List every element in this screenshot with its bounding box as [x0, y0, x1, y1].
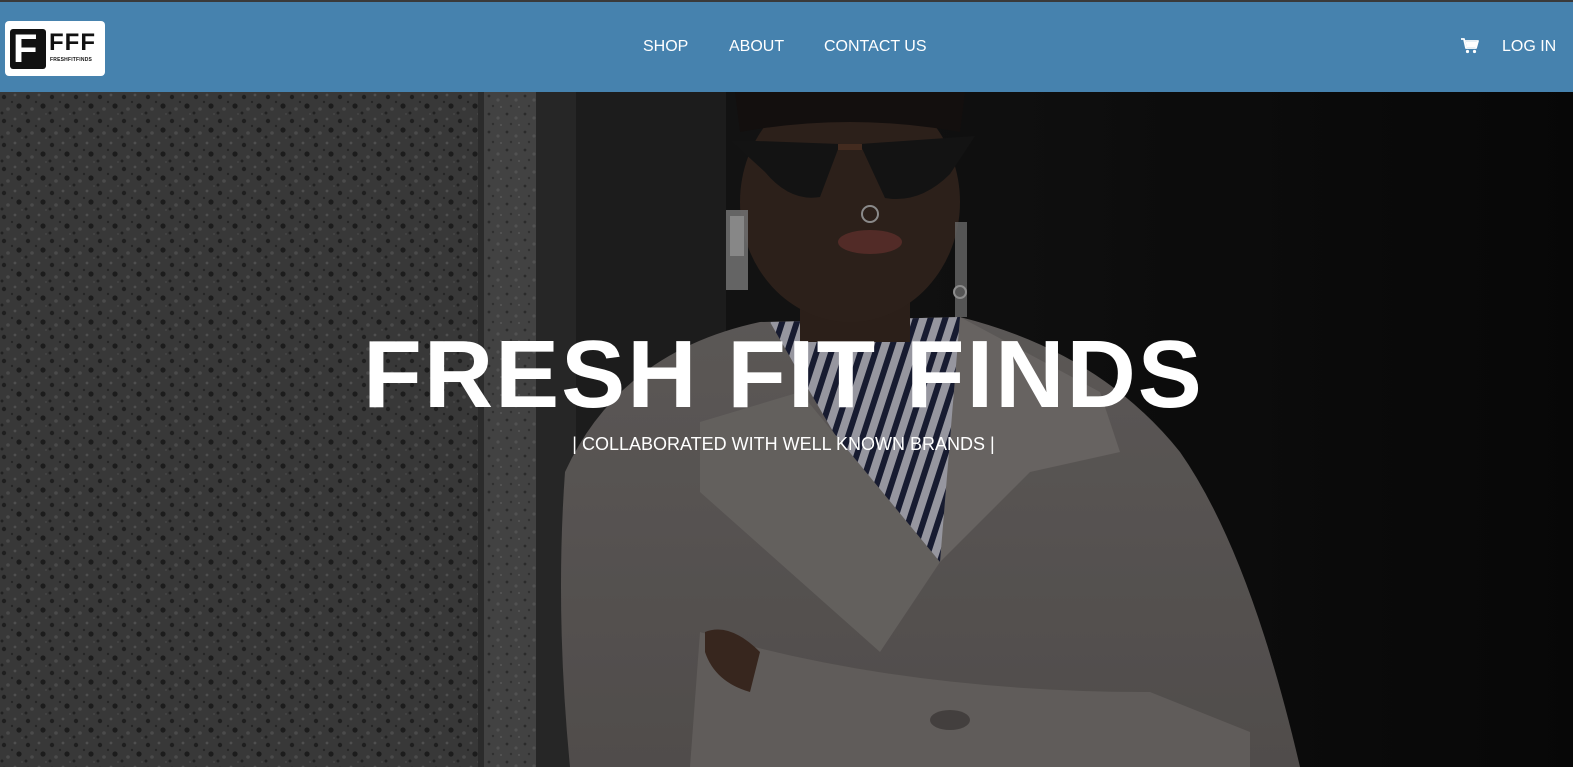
hero-banner: FRESH FIT FINDS | COLLABORATED WITH WELL…	[0, 92, 1573, 767]
main-nav: SHOP ABOUT CONTACT US	[0, 2, 1573, 92]
hero-subtitle: | COLLABORATED WITH WELL KNOWN BRANDS |	[572, 434, 995, 454]
hero-title: FRESH FIT FINDS	[363, 321, 1204, 428]
shopping-cart-icon[interactable]	[1461, 38, 1479, 54]
login-link[interactable]: LOG IN	[1502, 37, 1556, 57]
nav-contact-link[interactable]: CONTACT US	[824, 37, 927, 57]
nav-about-link[interactable]: ABOUT	[729, 37, 784, 57]
navbar: F FFF FRESHFITFINDS SHOP ABOUT CONTACT U…	[0, 2, 1573, 92]
nav-shop-link[interactable]: SHOP	[643, 37, 688, 57]
